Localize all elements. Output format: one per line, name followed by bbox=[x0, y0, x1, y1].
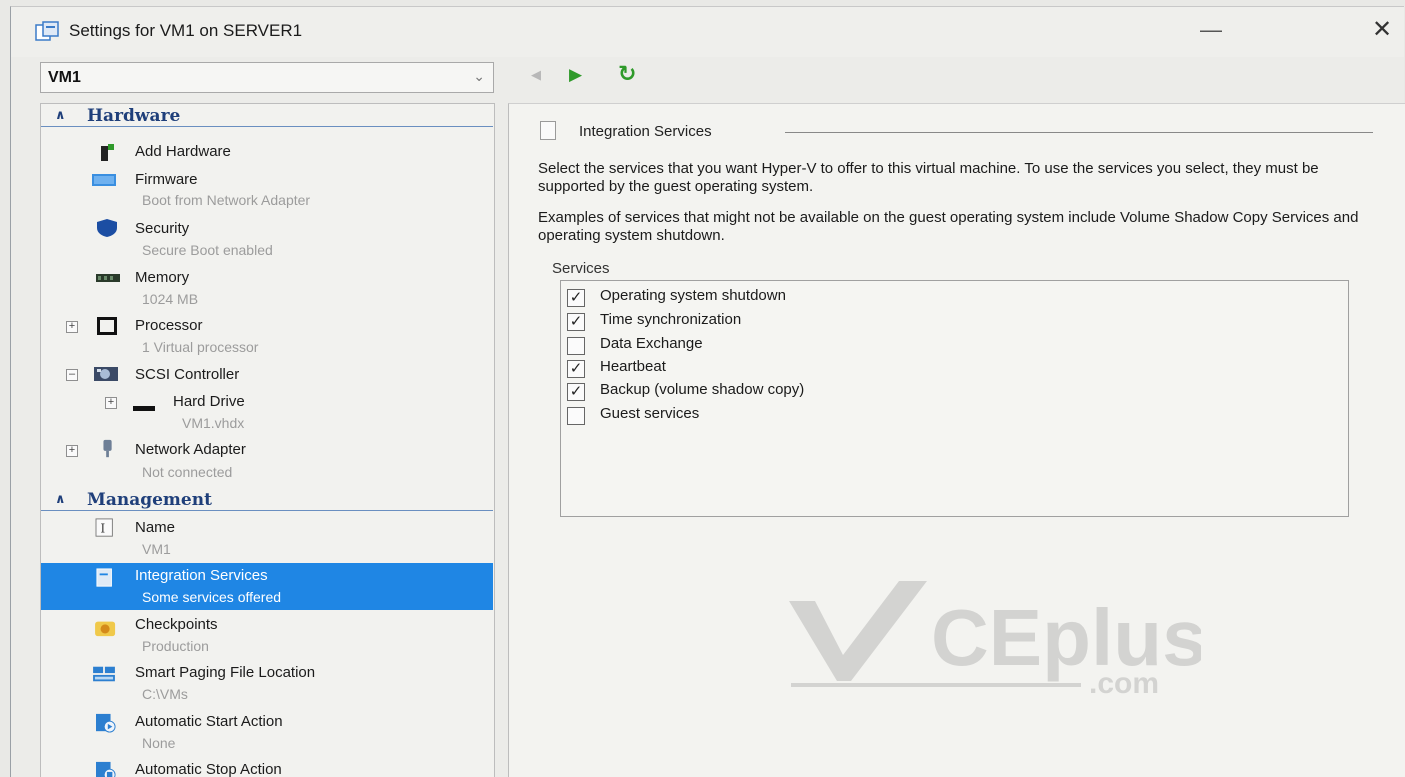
sidebar-item-label: Automatic Start Action bbox=[135, 713, 283, 730]
integration-services-group-icon bbox=[540, 121, 556, 140]
sidebar-item-label: Integration Services bbox=[135, 567, 268, 584]
checkbox[interactable]: ✓ bbox=[567, 313, 585, 331]
sidebar-item-firmware[interactable]: Firmware Boot from Network Adapter bbox=[41, 167, 493, 213]
watermark-suffix: .com bbox=[1089, 667, 1159, 697]
vm-selector-dropdown[interactable]: VM1 ⌄ bbox=[40, 62, 494, 93]
sidebar-item-network-adapter[interactable]: + Network Adapter Not connected bbox=[41, 438, 493, 484]
sidebar-item-label: Automatic Stop Action bbox=[135, 761, 282, 777]
window-title: Settings for VM1 on SERVER1 bbox=[69, 21, 303, 40]
settings-app-icon bbox=[35, 21, 59, 41]
section-hardware[interactable]: ∧ Hardware bbox=[41, 105, 493, 127]
checkpoints-icon bbox=[95, 621, 116, 637]
memory-icon bbox=[96, 274, 120, 282]
sidebar-item-label: Checkpoints bbox=[135, 616, 218, 633]
checkbox[interactable]: ✓ bbox=[567, 383, 585, 401]
services-label: Services bbox=[552, 260, 610, 277]
sidebar-item-automatic-start-action[interactable]: Automatic Start Action None bbox=[41, 710, 493, 756]
title-bar: Settings for VM1 on SERVER1 — ✕ bbox=[11, 7, 1404, 57]
start-icon[interactable]: ▶ bbox=[569, 65, 582, 85]
back-arrow-icon[interactable]: ◀ bbox=[531, 67, 541, 83]
refresh-icon[interactable]: ↻ bbox=[618, 61, 636, 87]
sidebar-item-sub: 1024 MB bbox=[142, 291, 199, 307]
checkbox[interactable]: ✓ bbox=[567, 360, 585, 378]
settings-window: Settings for VM1 on SERVER1 — ✕ VM1 ⌄ ◀ … bbox=[10, 6, 1405, 777]
sidebar-item-sub: 1 Virtual processor bbox=[142, 339, 259, 355]
collapse-chevron-icon[interactable]: ∧ bbox=[55, 107, 66, 123]
checkbox[interactable] bbox=[567, 337, 585, 355]
sidebar-item-label: Add Hardware bbox=[135, 143, 231, 160]
sidebar-item-label: Security bbox=[135, 220, 190, 237]
smart-paging-icon bbox=[93, 666, 115, 682]
sidebar-item-security[interactable]: Security Secure Boot enabled bbox=[41, 216, 493, 262]
expand-icon[interactable]: + bbox=[66, 445, 78, 457]
sidebar-item-label: Processor bbox=[135, 317, 203, 334]
sidebar-item-sub: Boot from Network Adapter bbox=[142, 192, 311, 208]
sidebar-item-label: SCSI Controller bbox=[135, 366, 240, 383]
sidebar-item-sub: Not connected bbox=[142, 464, 233, 480]
service-label: Backup (volume shadow copy) bbox=[600, 381, 805, 398]
svg-text:I: I bbox=[101, 522, 106, 536]
sidebar-item-sub: C:\VMs bbox=[142, 686, 188, 702]
collapse-chevron-icon[interactable]: ∧ bbox=[55, 491, 66, 507]
sidebar-item-memory[interactable]: Memory 1024 MB bbox=[41, 265, 493, 311]
services-list: ✓ Operating system shutdown ✓ Time synch… bbox=[560, 280, 1349, 517]
shield-icon bbox=[97, 219, 117, 237]
sidebar-item-label: Name bbox=[135, 519, 176, 536]
sidebar-item-add-hardware[interactable]: Add Hardware bbox=[41, 141, 493, 165]
section-management[interactable]: ∧ Management bbox=[41, 489, 493, 511]
processor-icon bbox=[97, 317, 117, 335]
automatic-stop-icon bbox=[96, 761, 116, 777]
service-label: Heartbeat bbox=[600, 358, 666, 375]
collapse-icon[interactable]: – bbox=[66, 369, 78, 381]
sidebar-item-label: Firmware bbox=[135, 171, 198, 188]
sidebar-item-hard-drive[interactable]: + Hard Drive VM1.vhdx bbox=[41, 390, 493, 436]
firmware-icon bbox=[92, 174, 116, 186]
vm-selector-value: VM1 bbox=[48, 69, 81, 86]
scsi-controller-icon bbox=[94, 367, 118, 381]
checkbox[interactable]: ✓ bbox=[567, 289, 585, 307]
section-hardware-label: Hardware bbox=[87, 106, 181, 126]
sidebar-item-scsi-controller[interactable]: – SCSI Controller bbox=[41, 362, 493, 388]
sidebar-item-label: Network Adapter bbox=[135, 441, 246, 458]
expand-icon[interactable]: + bbox=[105, 397, 117, 409]
watermark-logo: CEplus .com bbox=[789, 581, 1201, 697]
sidebar-item-sub: Production bbox=[142, 638, 209, 654]
sidebar-item-checkpoints[interactable]: Checkpoints Production bbox=[41, 613, 493, 659]
service-label: Guest services bbox=[600, 405, 700, 422]
sidebar-item-sub: None bbox=[142, 735, 176, 751]
sidebar-item-automatic-stop-action[interactable]: Automatic Stop Action bbox=[41, 758, 493, 777]
sidebar-item-name[interactable]: I Name VM1 bbox=[41, 515, 493, 561]
automatic-start-icon bbox=[96, 713, 116, 733]
sidebar-item-sub: Secure Boot enabled bbox=[142, 242, 273, 258]
sidebar-item-sub: VM1 bbox=[142, 541, 171, 557]
network-adapter-icon bbox=[103, 439, 112, 458]
sidebar-item-label: Memory bbox=[135, 269, 190, 286]
integration-services-icon bbox=[96, 568, 112, 587]
minimize-button[interactable]: — bbox=[1196, 17, 1226, 43]
sidebar-item-label: Smart Paging File Location bbox=[135, 664, 316, 681]
add-hardware-icon bbox=[101, 144, 114, 161]
sidebar-item-smart-paging-file-location[interactable]: Smart Paging File Location C:\VMs bbox=[41, 661, 493, 707]
service-label: Operating system shutdown bbox=[600, 287, 786, 304]
description-text: Select the services that you want Hyper-… bbox=[538, 160, 1319, 195]
service-label: Data Exchange bbox=[600, 335, 703, 352]
group-title: Integration Services bbox=[579, 123, 712, 140]
name-icon: I bbox=[95, 518, 113, 537]
sidebar-item-label: Hard Drive bbox=[173, 393, 245, 410]
checkbox[interactable] bbox=[567, 407, 585, 425]
sidebar-item-sub: VM1.vhdx bbox=[182, 415, 245, 431]
watermark-brand: CEplus bbox=[931, 593, 1201, 682]
hard-drive-icon bbox=[133, 406, 155, 411]
chevron-down-icon: ⌄ bbox=[473, 68, 485, 84]
sidebar-item-processor[interactable]: + Processor 1 Virtual processor bbox=[41, 314, 493, 360]
section-management-label: Management bbox=[87, 490, 212, 510]
sidebar-item-sub: Some services offered bbox=[142, 589, 282, 605]
service-label: Time synchronization bbox=[600, 311, 742, 328]
settings-tree: ∧ Hardware Add Hardware Firmware Boot fr… bbox=[40, 103, 495, 777]
description-examples-text: Examples of services that might not be a… bbox=[538, 209, 1359, 244]
sidebar-item-integration-services[interactable]: Integration Services Some services offer… bbox=[41, 563, 493, 610]
expand-icon[interactable]: + bbox=[66, 321, 78, 333]
group-divider bbox=[785, 132, 1373, 133]
close-button[interactable]: ✕ bbox=[1367, 15, 1397, 45]
